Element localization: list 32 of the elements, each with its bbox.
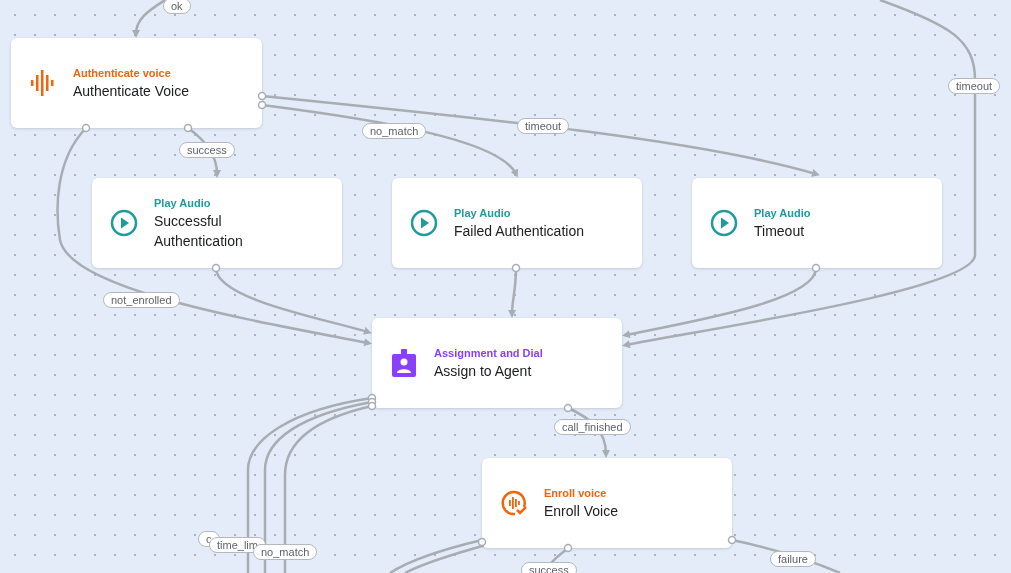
play-icon	[110, 209, 138, 237]
node-title: Failed Authentication	[454, 222, 585, 241]
play-icon	[410, 209, 438, 237]
edge-label: no_match	[362, 123, 427, 139]
play-icon	[710, 209, 738, 237]
flow-node-card[interactable]: Authenticate voice Authenticate Voice	[11, 38, 262, 128]
flow-node-card[interactable]: Play Audio Successful Authentication	[92, 178, 342, 268]
flow-node-card[interactable]: Enroll voice Enroll Voice	[482, 458, 732, 548]
node-title: Enroll Voice	[544, 502, 619, 521]
badge-person-icon	[392, 349, 416, 377]
node-category: Enroll voice	[544, 486, 608, 501]
sound-wave-icon	[30, 69, 56, 97]
node-title: Successful Authentication	[154, 212, 244, 251]
voice-check-icon	[500, 489, 528, 517]
flow-node-card[interactable]: Play Audio Failed Authentication	[392, 178, 642, 268]
node-category: Assignment and Dial	[434, 346, 544, 361]
edge-label: timeout	[517, 118, 570, 134]
node-title: Timeout	[754, 222, 806, 241]
node-category: Play Audio	[454, 206, 512, 221]
edge-label: timeout	[948, 78, 1001, 94]
edge-label: success	[179, 142, 235, 158]
flow-node-card[interactable]: Assignment and Dial Assign to Agent	[372, 318, 622, 408]
node-category: Authenticate voice	[73, 66, 172, 81]
edge-label: call_finished	[554, 419, 631, 435]
flow-node-card[interactable]: Play Audio Timeout	[692, 178, 942, 268]
node-title: Authenticate Voice	[73, 82, 190, 101]
edge-label: failure	[770, 551, 816, 567]
node-title: Assign to Agent	[434, 362, 533, 381]
edge-label: not_enrolled	[103, 292, 180, 308]
node-category: Play Audio	[754, 206, 812, 221]
edge-label: ok	[163, 0, 191, 14]
node-category: Play Audio	[154, 196, 212, 211]
